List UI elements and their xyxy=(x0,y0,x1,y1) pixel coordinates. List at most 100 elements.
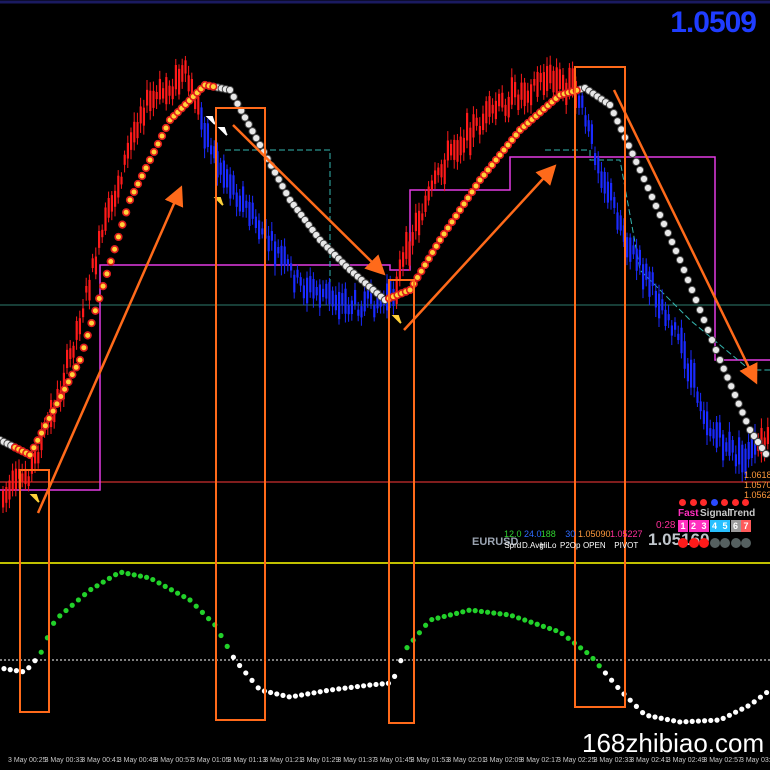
candle-timer: 0:28 xyxy=(656,520,676,531)
candle-body xyxy=(373,304,376,318)
candle-body xyxy=(318,284,321,308)
candle-body xyxy=(360,306,363,318)
osc-dot xyxy=(218,632,224,639)
osc-dot xyxy=(168,587,174,593)
candle-body xyxy=(626,237,629,258)
candle-body xyxy=(286,259,289,266)
ma-yellow-dot xyxy=(157,131,167,141)
candle-body xyxy=(341,293,344,306)
candle-body xyxy=(222,160,225,188)
trend-dot xyxy=(741,538,751,548)
ma-white-dot xyxy=(248,127,257,136)
ma-white-dot xyxy=(727,382,736,391)
osc-dot xyxy=(243,670,249,676)
candle-body xyxy=(670,325,673,336)
ma-yellow-dot xyxy=(141,163,151,173)
osc-dot xyxy=(485,609,491,615)
osc-dot xyxy=(683,719,689,725)
candle-body xyxy=(664,309,667,326)
candle-body xyxy=(242,186,245,212)
osc-dot xyxy=(423,622,429,628)
signal-box-3 xyxy=(388,279,415,724)
ma-yellow-dot xyxy=(29,443,38,452)
osc-dot xyxy=(373,681,379,688)
timeframe-box: 3 xyxy=(699,520,709,532)
candle-body xyxy=(728,431,731,456)
candle-body xyxy=(149,90,152,112)
ma-yellow-dot xyxy=(125,195,135,205)
ma-yellow-dot xyxy=(68,370,77,379)
cyan-dash-line-2 xyxy=(545,149,770,371)
osc-dot xyxy=(689,718,695,724)
stat-label: HiLo xyxy=(540,541,557,550)
candle-body xyxy=(408,241,411,266)
candle-body xyxy=(274,241,277,267)
ma-white-dot xyxy=(761,449,770,459)
candle-body xyxy=(526,90,529,103)
candle-body xyxy=(766,427,769,445)
signal-header-signal: Signal xyxy=(700,508,731,519)
trend-dot xyxy=(699,538,709,548)
ma-white-dot xyxy=(719,364,728,373)
ma-yellow-dot xyxy=(64,377,73,387)
candle-body xyxy=(235,192,238,207)
ma-yellow-dot xyxy=(153,139,163,149)
ma-yellow-dot xyxy=(102,269,112,278)
ma-white-dot xyxy=(605,100,615,110)
osc-dot xyxy=(739,706,745,712)
stat-hilo: 188 HiLo xyxy=(540,529,556,550)
time-label: 3 May 02:17 xyxy=(520,757,559,764)
ma-white-dot xyxy=(609,109,618,118)
ma-white-dot xyxy=(632,157,641,166)
candle-body xyxy=(8,480,11,500)
candle-body xyxy=(658,293,661,319)
candle-body xyxy=(501,92,504,108)
ma-white-dot xyxy=(613,117,622,126)
osc-dot xyxy=(144,574,150,580)
osc-dot xyxy=(7,667,13,673)
candle-body xyxy=(635,248,638,271)
osc-dot xyxy=(540,623,547,629)
candle-body xyxy=(258,220,261,240)
candle-body xyxy=(126,142,129,159)
stat-value: 188 xyxy=(540,529,556,539)
candle-body xyxy=(184,60,187,74)
signal-dot xyxy=(721,499,728,506)
signal-header-trend: Trend xyxy=(728,508,756,519)
ma-white-dot xyxy=(723,373,732,382)
candle-body xyxy=(459,136,462,156)
ma-white-dot xyxy=(282,189,291,198)
osc-dot xyxy=(640,710,646,716)
stat-spread: 12.0 Sprd xyxy=(504,529,522,550)
timeframe-box: 7 xyxy=(741,520,751,532)
timeframe-box: 5 xyxy=(720,520,730,532)
osc-dot xyxy=(255,685,261,691)
candle-body xyxy=(331,290,334,307)
ma-yellow-dot xyxy=(79,343,88,352)
osc-dot xyxy=(268,689,274,696)
candle-body xyxy=(606,181,609,203)
osc-dot xyxy=(677,719,683,725)
osc-dot xyxy=(1,666,7,672)
time-label: 3 May 01:37 xyxy=(337,757,376,764)
candle-body xyxy=(210,145,213,155)
osc-dot xyxy=(38,649,44,655)
candle-body xyxy=(584,115,587,127)
candle-body xyxy=(638,249,641,266)
ma-white-dot xyxy=(635,165,645,175)
candle-body xyxy=(120,176,123,185)
ma-yellow-dot xyxy=(149,147,159,157)
candle-body xyxy=(677,333,680,341)
osc-dot xyxy=(94,583,100,589)
candle-body xyxy=(440,164,443,178)
osc-dot xyxy=(367,682,373,688)
osc-dot xyxy=(280,692,286,698)
candle-body xyxy=(181,65,184,82)
candle-body xyxy=(530,84,533,106)
signal-dot xyxy=(731,499,739,506)
osc-dot xyxy=(311,690,317,696)
osc-dot xyxy=(646,713,652,719)
candle-body xyxy=(72,345,75,358)
ma-yellow-dot xyxy=(37,428,46,438)
osc-dot xyxy=(745,703,751,709)
